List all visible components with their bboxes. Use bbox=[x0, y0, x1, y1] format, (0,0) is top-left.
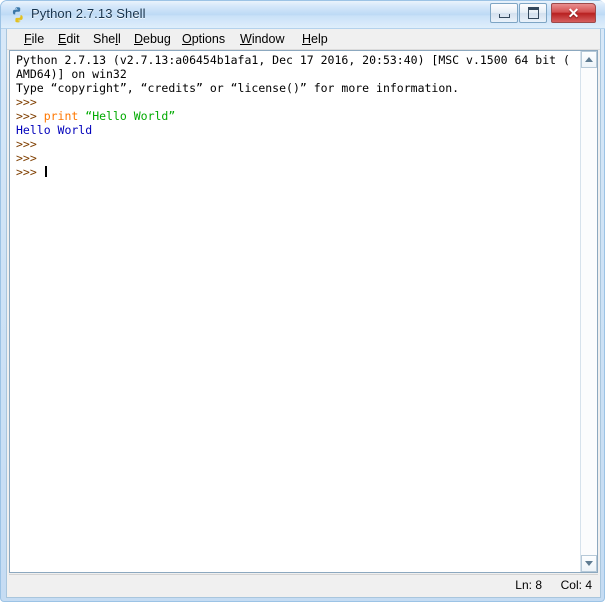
maximize-button[interactable] bbox=[519, 3, 547, 23]
close-icon: ✕ bbox=[552, 4, 595, 22]
close-x-glyph: ✕ bbox=[567, 5, 580, 21]
close-button[interactable]: ✕ bbox=[551, 3, 596, 23]
shell-line-banner-2: AMD64)] on win32 bbox=[16, 67, 580, 81]
menu-item-shell[interactable]: Shell bbox=[88, 31, 126, 47]
shell-span-prompt: >>> bbox=[16, 137, 37, 151]
shell-span-plain: AMD64)] on win32 bbox=[16, 67, 127, 81]
menu-item-debug[interactable]: Debug bbox=[129, 31, 176, 47]
scroll-down-arrow-icon bbox=[585, 561, 593, 566]
shell-line-prompt-2: >>> bbox=[16, 137, 580, 151]
client-area: File Edit Shell Debug Options Window Help Pyth… bbox=[6, 29, 601, 598]
shell-output-text[interactable]: Python 2.7.13 (v2.7.13:a06454b1afa1, Dec… bbox=[10, 51, 580, 572]
shell-span-plain: Type “copyright”, “credits” or “license(… bbox=[16, 81, 460, 95]
shell-span-out: Hello World bbox=[16, 123, 93, 137]
shell-line-banner-1: Python 2.7.13 (v2.7.13:a06454b1afa1, Dec… bbox=[16, 53, 580, 67]
menu-item-edit[interactable]: Edit bbox=[53, 31, 85, 47]
shell-line-prompt-3: >>> bbox=[16, 151, 580, 165]
status-line-indicator: Ln: 8 bbox=[515, 578, 542, 592]
window-title: Python 2.7.13 Shell bbox=[31, 6, 146, 21]
shell-span-prompt: >>> bbox=[16, 109, 44, 123]
shell-span-str: “Hello World” bbox=[85, 109, 176, 123]
shell-span-kw: print bbox=[43, 109, 79, 123]
shell-span-prompt: >>> bbox=[16, 165, 44, 179]
shell-line-input-print: >>> print “Hello World” bbox=[16, 109, 580, 123]
shell-line-banner-3: Type “copyright”, “credits” or “license(… bbox=[16, 81, 580, 95]
shell-text-frame: Python 2.7.13 (v2.7.13:a06454b1afa1, Dec… bbox=[9, 50, 598, 573]
shell-span-plain: Python 2.7.13 (v2.7.13:a06454b1afa1, Dec… bbox=[16, 53, 570, 67]
status-column-indicator: Col: 4 bbox=[560, 578, 592, 592]
minimize-icon bbox=[491, 4, 517, 22]
shell-line-prompt-1: >>> bbox=[16, 95, 580, 109]
menu-item-file[interactable]: File bbox=[19, 31, 49, 47]
python-shell-window: Python 2.7.13 Shell ✕ File Edit Shell Debug… bbox=[0, 0, 605, 602]
vertical-scrollbar[interactable] bbox=[580, 51, 597, 572]
status-bar: Ln: 8 Col: 4 bbox=[9, 574, 598, 595]
scrollbar-track[interactable] bbox=[581, 68, 597, 555]
scroll-up-button[interactable] bbox=[581, 51, 597, 68]
scroll-up-arrow-icon bbox=[585, 57, 593, 62]
minimize-button[interactable] bbox=[490, 3, 518, 23]
menu-item-window[interactable]: Window bbox=[235, 31, 289, 47]
shell-line-output-hello: Hello World bbox=[16, 123, 580, 137]
shell-span-prompt: >>> bbox=[16, 95, 37, 109]
maximize-icon bbox=[520, 4, 546, 22]
text-cursor bbox=[44, 166, 47, 177]
python-logo-icon bbox=[12, 7, 23, 23]
menu-item-options[interactable]: Options bbox=[177, 31, 230, 47]
scroll-down-button[interactable] bbox=[581, 555, 597, 572]
shell-span-prompt: >>> bbox=[16, 151, 37, 165]
title-bar[interactable]: Python 2.7.13 Shell ✕ bbox=[1, 1, 605, 29]
menu-bar: File Edit Shell Debug Options Window Help bbox=[7, 29, 600, 50]
shell-line-prompt-active: >>> bbox=[16, 165, 580, 179]
menu-item-help[interactable]: Help bbox=[297, 31, 333, 47]
